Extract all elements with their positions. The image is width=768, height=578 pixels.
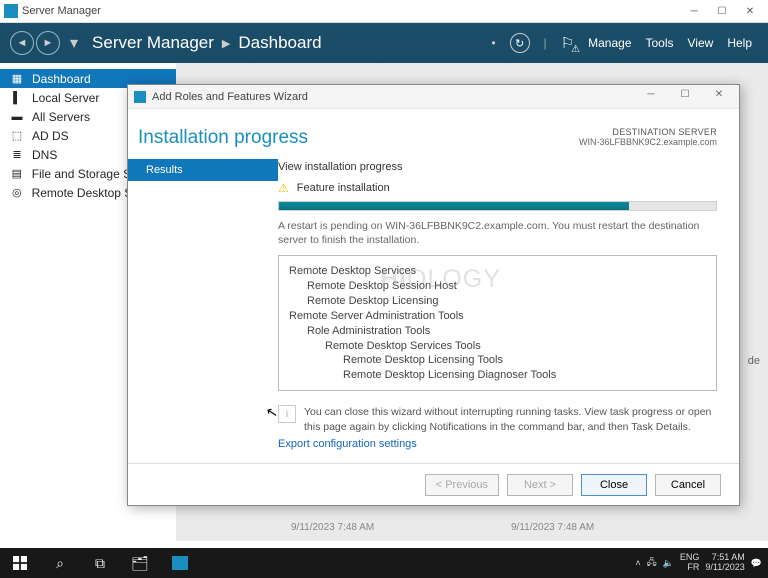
tree-item: Remote Desktop Licensing Diagnoser Tools	[343, 368, 706, 383]
wizard-footer: < Previous Next > Close Cancel	[128, 463, 739, 505]
rds-icon: ◎	[10, 186, 24, 200]
dialog-title: Add Roles and Features Wizard	[152, 91, 308, 103]
menu-tools[interactable]: Tools	[646, 36, 674, 50]
hide-link-partial[interactable]: de	[748, 355, 760, 367]
breadcrumb: Server Manager ▶ Dashboard	[92, 33, 322, 53]
clock-date: 9/11/2023	[705, 563, 744, 573]
menu-view[interactable]: View	[688, 36, 714, 50]
info-icon: i	[278, 405, 296, 423]
wizard-heading: Installation progress	[138, 127, 308, 149]
action-center-icon[interactable]: 💬	[751, 558, 762, 569]
start-button[interactable]	[0, 548, 40, 578]
system-tray[interactable]: ˄ 🖧 🔈 ENGFR 7:51 AM9/11/2023 💬	[635, 553, 768, 573]
task-view-button[interactable]: ⧉	[80, 548, 120, 578]
wizard-icon	[134, 91, 146, 103]
refresh-button[interactable]: ↻	[510, 33, 530, 53]
tree-item: Remote Server Administration Tools	[289, 309, 706, 324]
breadcrumb-app[interactable]: Server Manager	[92, 33, 214, 53]
sound-icon[interactable]: 🔈	[663, 558, 674, 569]
app-icon	[4, 4, 18, 18]
tree-item: Remote Desktop Licensing Tools	[343, 353, 706, 368]
close-window-button[interactable]: ✕	[736, 1, 764, 21]
back-button[interactable]: ◄	[10, 31, 34, 55]
window-title: Server Manager	[22, 5, 101, 17]
dialog-maximize[interactable]: ☐	[671, 89, 699, 105]
notifications-flag[interactable]: ⚐⚠	[561, 34, 574, 52]
storage-icon: ▤	[10, 167, 24, 181]
destination-label: DESTINATION SERVER	[579, 127, 717, 137]
feature-install-label: Feature installation	[297, 182, 390, 194]
export-config-link[interactable]: Export configuration settings	[278, 438, 417, 450]
cancel-button[interactable]: Cancel	[655, 474, 721, 496]
dashboard-icon: ▦	[10, 72, 24, 86]
destination-server: WIN-36LFBBNK9C2.example.com	[579, 137, 717, 147]
menu-manage[interactable]: Manage	[588, 36, 631, 50]
breadcrumb-page[interactable]: Dashboard	[238, 33, 321, 53]
taskbar-explorer[interactable]: 🗂	[120, 548, 160, 578]
feature-tree: Remote Desktop Services Remote Desktop S…	[278, 255, 717, 391]
header-bar: ◄ ► ▾ Server Manager ▶ Dashboard • ↻ | ⚐…	[0, 23, 768, 63]
dialog-close-x[interactable]: ✕	[705, 89, 733, 105]
previous-button: < Previous	[425, 474, 499, 496]
taskbar: ⌕ ⧉ 🗂 ˄ 🖧 🔈 ENGFR 7:51 AM9/11/2023 💬	[0, 548, 768, 578]
warning-triangle-icon: ⚠	[278, 181, 289, 195]
bpa-time-1: 9/11/2023 7:48 AM	[291, 522, 374, 533]
dns-icon: ≣	[10, 148, 24, 162]
tree-item: Remote Desktop Session Host	[307, 279, 706, 294]
view-progress-label: View installation progress	[278, 161, 717, 173]
wizard-dialog: Add Roles and Features Wizard ─ ☐ ✕ Inst…	[127, 84, 740, 506]
servers-icon: ▬	[10, 110, 24, 124]
warning-icon: ⚠	[571, 44, 580, 55]
bpa-time-2: 9/11/2023 7:48 AM	[511, 522, 594, 533]
lang-2: FR	[680, 563, 700, 573]
progress-bar	[278, 201, 717, 211]
tray-chevron-icon[interactable]: ˄	[635, 558, 640, 568]
dialog-titlebar: Add Roles and Features Wizard ─ ☐ ✕	[128, 85, 739, 109]
menu-help[interactable]: Help	[727, 36, 752, 50]
search-button[interactable]: ⌕	[40, 548, 80, 578]
server-icon: ▌	[10, 91, 24, 105]
dialog-minimize[interactable]: ─	[637, 89, 665, 105]
chevron-icon: ▶	[222, 37, 230, 50]
wizard-steps: Results	[128, 159, 278, 463]
divider: |	[544, 36, 547, 50]
step-results[interactable]: Results	[128, 159, 278, 181]
next-button: Next >	[507, 474, 573, 496]
minimize-button[interactable]: ─	[680, 1, 708, 21]
adds-icon: ⬚	[10, 129, 24, 143]
restart-note: A restart is pending on WIN-36LFBBNK9C2.…	[278, 219, 717, 247]
maximize-button[interactable]: ☐	[708, 1, 736, 21]
taskbar-server-manager[interactable]	[160, 548, 200, 578]
tree-item: Role Administration Tools	[307, 324, 706, 339]
network-icon[interactable]: 🖧	[647, 555, 657, 571]
close-button[interactable]: Close	[581, 474, 647, 496]
tree-item: Remote Desktop Licensing	[307, 294, 706, 309]
forward-button[interactable]: ►	[36, 31, 60, 55]
tree-item: Remote Desktop Services	[289, 264, 706, 279]
wizard-info-text: You can close this wizard without interr…	[304, 405, 717, 433]
tree-item: Remote Desktop Services Tools	[325, 339, 706, 354]
titlebar: Server Manager ─ ☐ ✕	[0, 0, 768, 23]
